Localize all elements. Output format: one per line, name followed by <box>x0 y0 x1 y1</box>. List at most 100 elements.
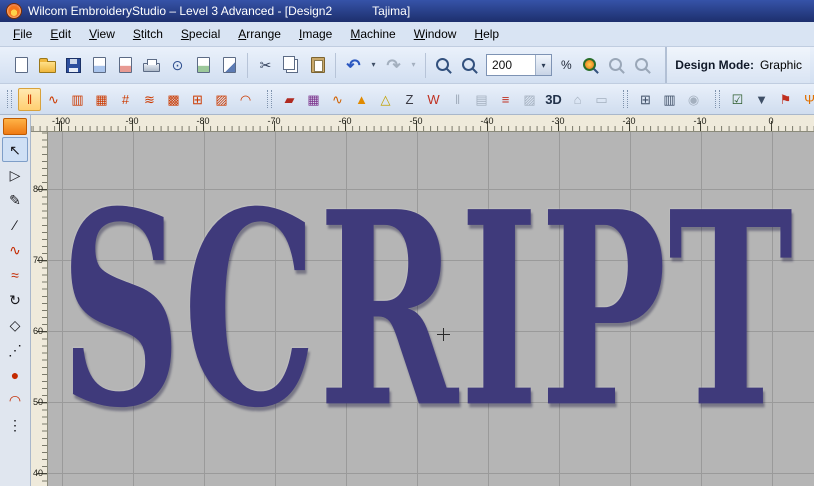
insert-design-icon[interactable] <box>87 53 112 78</box>
effects-group: ▰ ▦ ∿ ▲ △ Z W ‖ ▤ ≡ ▨ 3D ⌂ ▭ <box>262 88 618 111</box>
titlebar[interactable]: Wilcom EmbroideryStudio – Level 3 Advanc… <box>0 0 814 22</box>
travel-run-icon[interactable]: ‖ <box>446 88 469 111</box>
freehand-stitch-tool[interactable]: ∿ <box>2 237 28 262</box>
menu-special[interactable]: Special <box>172 24 229 44</box>
embroidery-object-script[interactable]: SCRIPT <box>60 171 795 452</box>
lettering-tool[interactable]: ✎ <box>2 187 28 212</box>
h-ruler-label: -40 <box>480 116 494 126</box>
circle-tool[interactable]: ● <box>2 362 28 387</box>
undo-dropdown-icon[interactable]: ▾ <box>367 53 380 78</box>
h-ruler-label: -90 <box>125 116 139 126</box>
view-group: ⊞ ▥ ◉ <box>618 88 710 111</box>
branching-icon[interactable]: Ψ <box>798 88 814 111</box>
jump-stitch-icon[interactable]: ▤ <box>470 88 493 111</box>
print-preview-icon[interactable]: ⊙ <box>165 53 190 78</box>
zoom-to-fit-icon[interactable] <box>578 53 603 78</box>
menu-window[interactable]: Window <box>405 24 466 44</box>
save-design-icon[interactable] <box>61 53 86 78</box>
design-mode-value[interactable]: Graphic <box>760 58 802 72</box>
window-title: Wilcom EmbroideryStudio – Level 3 Advanc… <box>28 4 333 18</box>
toolbox: ↖ ▷ ✎ ∕ ∿ ≈ ↻ ◇ ⋰ ● ◠ ⋮ <box>0 115 31 486</box>
smooth-curves-icon[interactable]: Z <box>398 88 421 111</box>
underlay-icon[interactable]: ▰ <box>278 88 301 111</box>
file-group: ⊙ <box>4 53 247 78</box>
filter-objects-icon[interactable]: ▼ <box>750 88 773 111</box>
morph-effect-icon[interactable]: ⌂ <box>566 88 589 111</box>
cross-stitch-icon[interactable]: # <box>114 88 137 111</box>
standard-toolbar: ⊙ ✂ ↶ ▾ ↷ ▾ 200 ▾ % Design Mode: Graphic <box>0 47 814 84</box>
arc-stitch-icon[interactable]: ◠ <box>234 88 257 111</box>
menu-edit[interactable]: Edit <box>41 24 80 44</box>
zoom-icons-right <box>578 53 655 78</box>
contour-fill-icon[interactable]: ▨ <box>210 88 233 111</box>
arch-tool[interactable]: ◠ <box>2 387 28 412</box>
combo-dropdown-icon[interactable]: ▾ <box>535 55 551 75</box>
color-film-icon[interactable]: ⚑ <box>774 88 797 111</box>
undo-icon[interactable]: ↶ <box>341 53 366 78</box>
zoom-icons-left <box>431 53 482 78</box>
outline-box-icon[interactable]: ▭ <box>590 88 613 111</box>
knife-tool[interactable]: ∕ <box>2 212 28 237</box>
applique-icon[interactable]: ⊞ <box>186 88 209 111</box>
zoom-tool-icon[interactable] <box>431 53 456 78</box>
wave-stitch-tool[interactable]: ≈ <box>2 262 28 287</box>
app-window: Wilcom EmbroideryStudio – Level 3 Advanc… <box>0 0 814 486</box>
h-ruler-label: -50 <box>409 116 423 126</box>
zoom-1to1-icon[interactable] <box>457 53 482 78</box>
paste-icon[interactable] <box>305 53 330 78</box>
docker-group: ☑ ▼ ⚑ Ψ <box>710 88 814 111</box>
run-stitch-icon[interactable]: ∿ <box>42 88 65 111</box>
object-properties-icon[interactable]: ☑ <box>726 88 749 111</box>
save-as-icon[interactable] <box>113 53 138 78</box>
menu-stitch[interactable]: Stitch <box>124 24 172 44</box>
node-edit-tool[interactable]: ⋰ <box>2 337 28 362</box>
redo-icon[interactable]: ↷ <box>381 53 406 78</box>
tatami-fill-icon[interactable]: ▥ <box>66 88 89 111</box>
textured-edge-icon[interactable]: ▲ <box>350 88 373 111</box>
motif-fill-icon[interactable]: ▦ <box>90 88 113 111</box>
canvas-area: 80 70 60 50 40 SCRIPT <box>31 132 814 486</box>
zigzag-effect-icon[interactable]: ∿ <box>326 88 349 111</box>
menu-file[interactable]: File <box>4 24 41 44</box>
zoom-out-icon[interactable] <box>630 53 655 78</box>
select-object-tool[interactable]: ↖ <box>2 137 28 162</box>
toolbox-handle[interactable] <box>3 118 27 135</box>
main-area: ↖ ▷ ✎ ∕ ∿ ≈ ↻ ◇ ⋰ ● ◠ ⋮ -100 -90 -80 -70 -60 -50 -40 -30 -2… <box>0 115 814 486</box>
carving-stamp-icon[interactable]: ▨ <box>518 88 541 111</box>
new-design-icon[interactable] <box>9 53 34 78</box>
redo-dropdown-icon[interactable]: ▾ <box>407 53 420 78</box>
snap-to-grid-icon[interactable]: ◉ <box>682 88 705 111</box>
overlap-warning-icon[interactable]: △ <box>374 88 397 111</box>
menu-view[interactable]: View <box>80 24 124 44</box>
polygon-tool[interactable]: ◇ <box>2 312 28 337</box>
stitch-angle-icon[interactable]: W <box>422 88 445 111</box>
menu-machine[interactable]: Machine <box>341 24 404 44</box>
more-tools[interactable]: ⋮ <box>2 412 28 437</box>
menu-help[interactable]: Help <box>465 24 508 44</box>
wave-fill-icon[interactable]: ≋ <box>138 88 161 111</box>
density-icon[interactable]: ▦ <box>302 88 325 111</box>
v-ruler-label: 60 <box>32 326 43 336</box>
zoom-in-icon[interactable] <box>604 53 629 78</box>
design-canvas[interactable]: SCRIPT <box>48 132 814 486</box>
cut-icon[interactable]: ✂ <box>253 53 278 78</box>
toolbox-items: ↖ ▷ ✎ ∕ ∿ ≈ ↻ ◇ ⋰ ● ◠ ⋮ <box>2 137 28 437</box>
menu-image[interactable]: Image <box>290 24 341 44</box>
rotate-tool[interactable]: ↻ <box>2 287 28 312</box>
print-icon[interactable] <box>139 53 164 78</box>
reshape-object-tool[interactable]: ▷ <box>2 162 28 187</box>
satin-stitch-icon[interactable]: ‖ <box>18 87 41 111</box>
pattern-fill-icon[interactable]: ▩ <box>162 88 185 111</box>
send-to-machine-icon[interactable] <box>217 53 242 78</box>
color-blend-icon[interactable]: ≡ <box>494 88 517 111</box>
zoom-level-combo[interactable]: 200 ▾ <box>486 54 552 76</box>
export-design-icon[interactable] <box>191 53 216 78</box>
copy-icon[interactable] <box>279 53 304 78</box>
v-ruler-label: 40 <box>32 468 43 478</box>
open-design-icon[interactable] <box>35 53 60 78</box>
h-ruler-label: -30 <box>551 116 565 126</box>
show-rulers-icon[interactable]: ▥ <box>658 88 681 111</box>
menu-arrange[interactable]: Arrange <box>229 24 290 44</box>
view-3d-icon[interactable]: 3D <box>542 88 565 111</box>
show-grid-icon[interactable]: ⊞ <box>634 88 657 111</box>
